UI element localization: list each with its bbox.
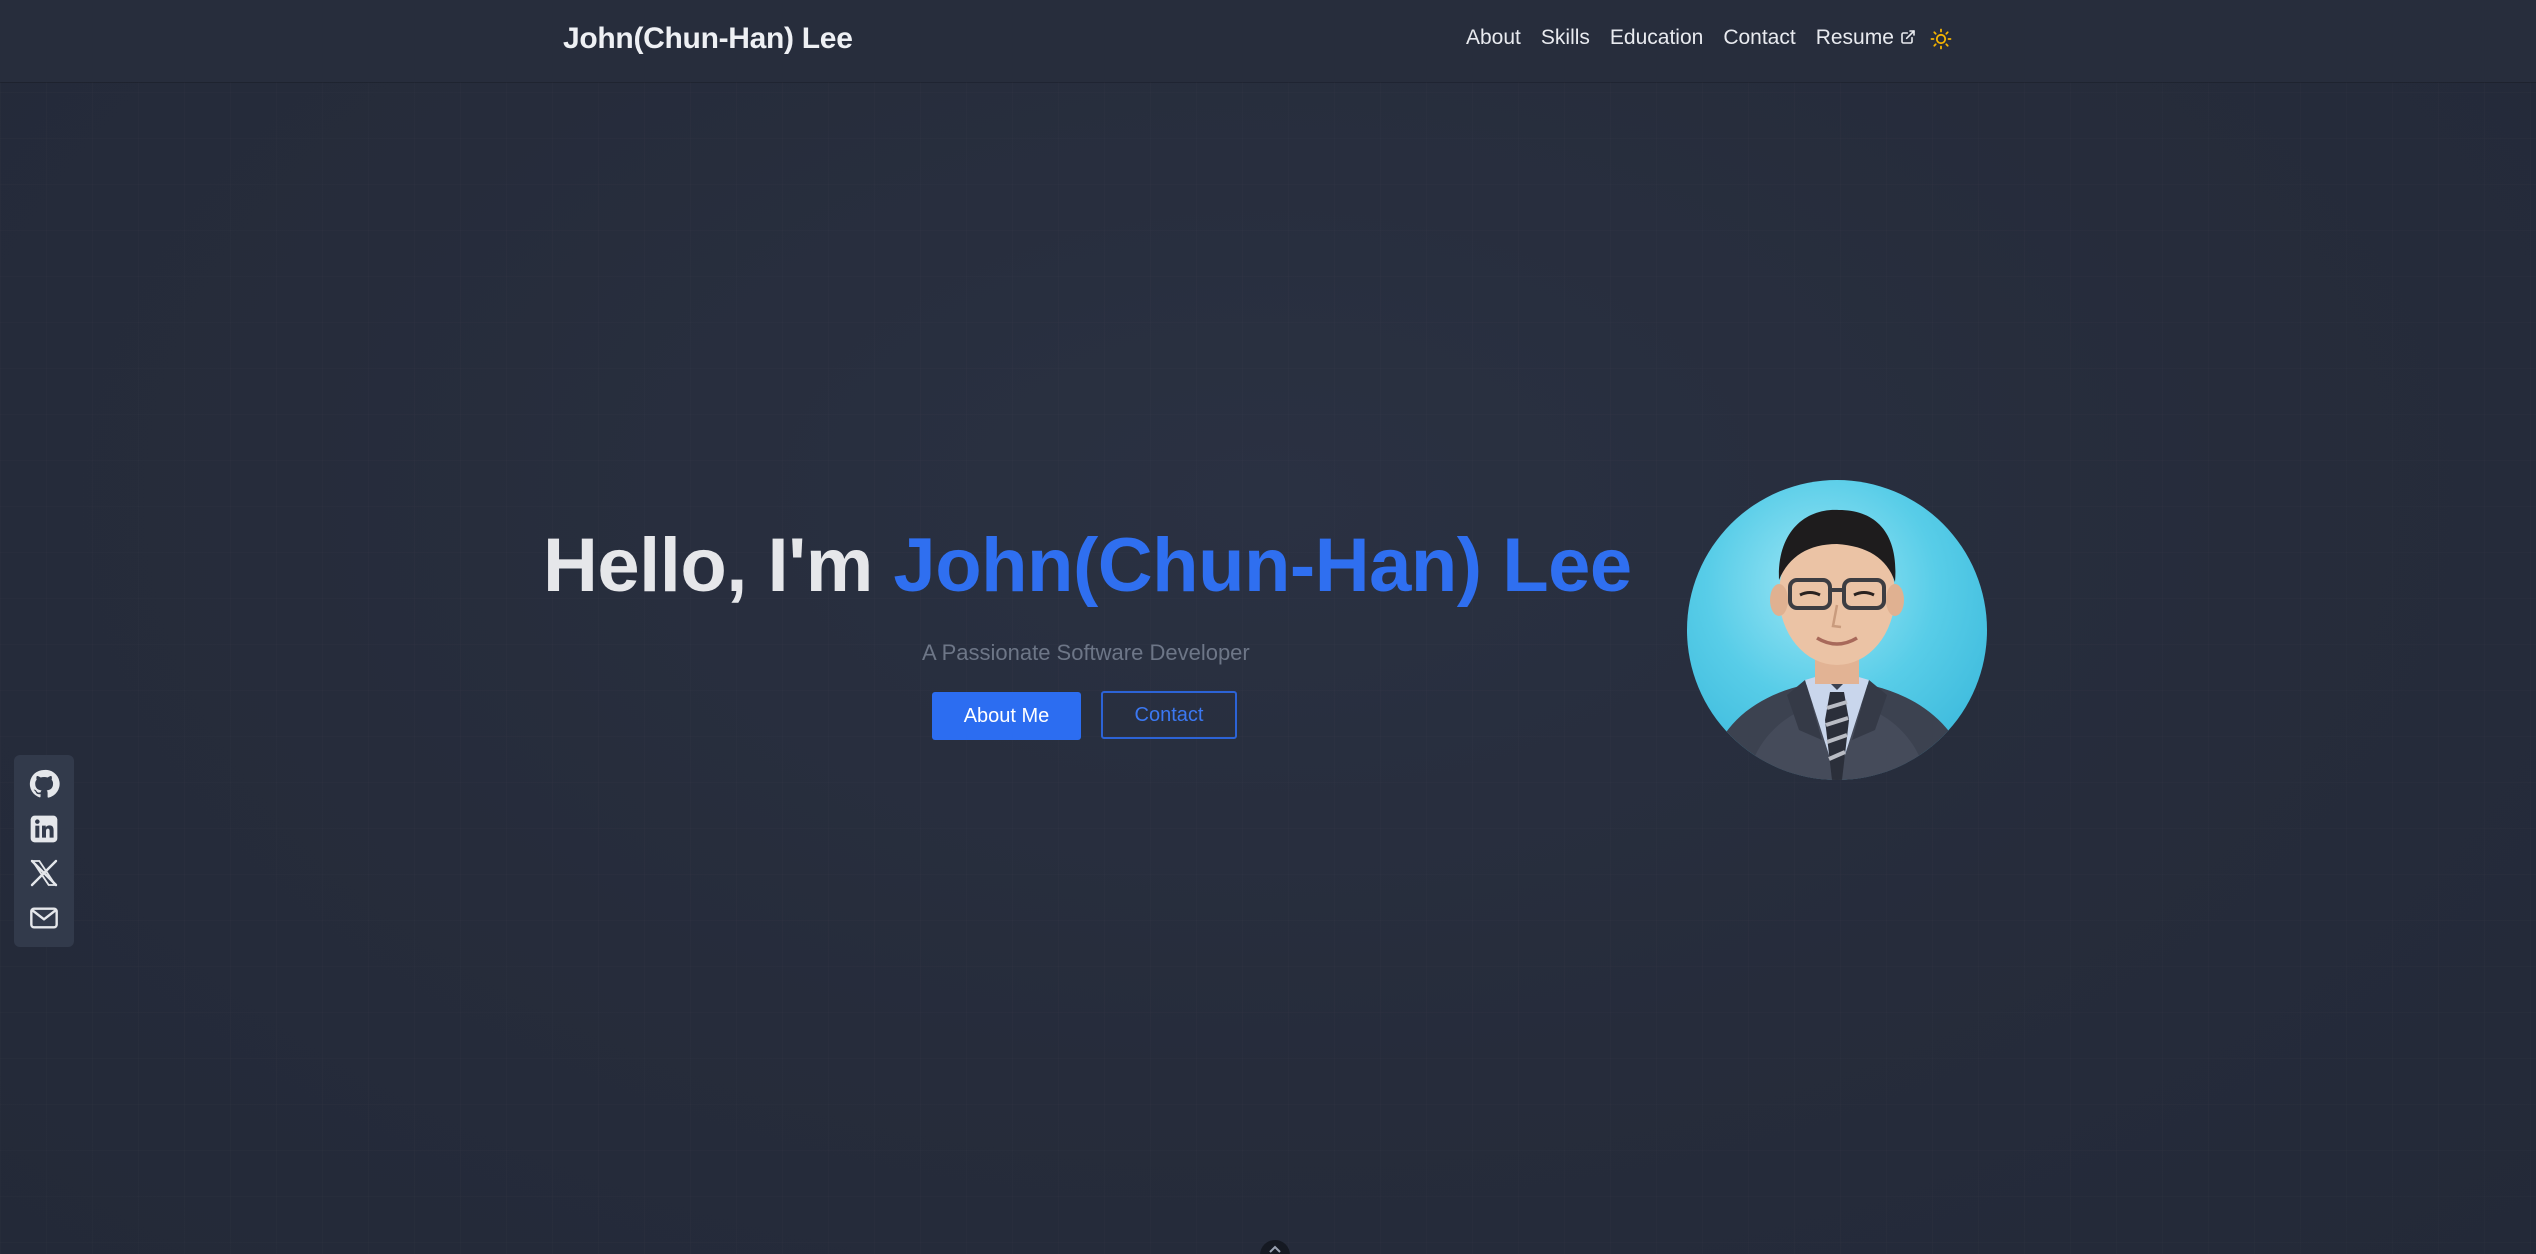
hero-subtitle: A Passionate Software Developer [922,640,1250,665]
nav-about[interactable]: About [1466,26,1521,50]
email-icon[interactable] [28,902,60,934]
nav-links: About Skills Education Contact Resume [1466,26,1916,50]
portrait-illustration [1707,509,1972,780]
nav-education[interactable]: Education [1610,26,1703,50]
external-link-icon [1901,30,1915,44]
nav-contact[interactable]: Contact [1723,26,1795,50]
hero-title: Hello, I'm John(Chun-Han) Lee [543,522,1632,609]
hero-greeting: Hello, I'm [543,523,894,608]
background-pattern [0,0,2536,1254]
nav-resume[interactable]: Resume [1816,26,1916,50]
sun-icon[interactable] [1929,27,1953,51]
linkedin-icon[interactable] [28,813,60,845]
scroll-to-top-button[interactable] [1260,1240,1290,1254]
chevron-up-icon [1269,1245,1281,1253]
nav-skills[interactable]: Skills [1541,26,1590,50]
github-icon[interactable] [28,768,60,800]
about-me-button[interactable]: About Me [932,692,1081,740]
page: John(Chun-Han) Lee About Skills Educatio… [0,0,2536,1254]
hero-name: John(Chun-Han) Lee [893,523,1632,608]
navbar: John(Chun-Han) Lee About Skills Educatio… [0,0,2536,82]
x-twitter-icon[interactable] [28,857,60,889]
contact-button[interactable]: Contact [1101,691,1237,739]
nav-resume-label: Resume [1815,26,1894,49]
social-sidebar [14,755,74,947]
profile-photo [1687,480,1987,780]
site-brand[interactable]: John(Chun-Han) Lee [563,22,853,56]
